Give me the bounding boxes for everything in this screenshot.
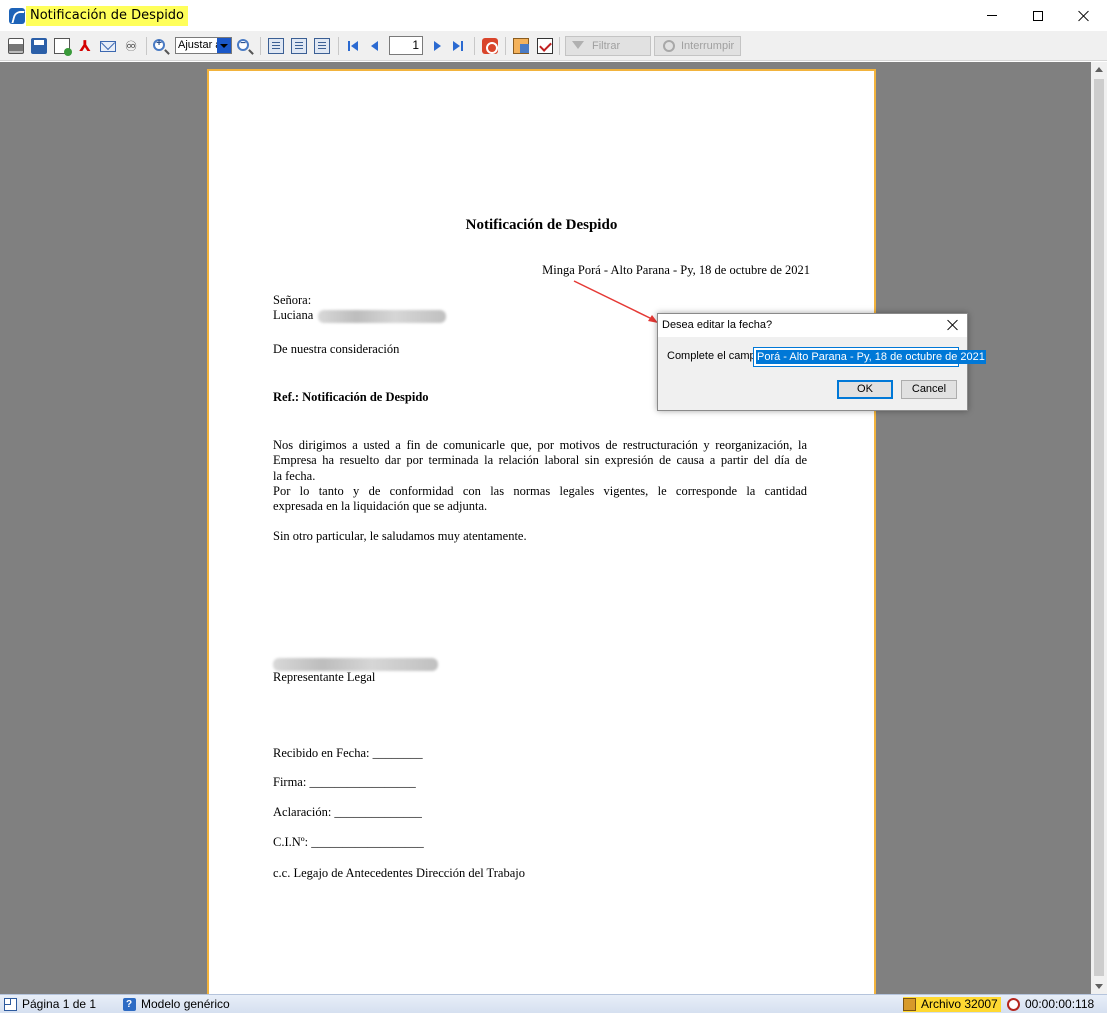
signer-role: Representante Legal	[273, 670, 376, 684]
recipient-line: Luciana	[273, 308, 447, 323]
interrupt-icon	[663, 40, 675, 52]
vertical-scrollbar[interactable]	[1091, 62, 1107, 994]
filter-label: Filtrar	[592, 40, 621, 52]
body-line: Por lo tanto y de conformidad con las no…	[273, 483, 807, 498]
dialog-title: Desea editar la fecha?	[662, 319, 773, 331]
toolbar-separator	[559, 37, 560, 55]
toolbar	[0, 31, 1107, 61]
check-icon[interactable]	[537, 38, 553, 54]
ok-button[interactable]: OK	[837, 380, 893, 399]
zoom-in-icon[interactable]: +	[153, 38, 165, 51]
pdf-icon[interactable]: ⅄	[77, 38, 93, 54]
redacted-signer-name	[273, 657, 438, 671]
cancel-button[interactable]: Cancel	[901, 380, 957, 399]
binoculars-icon[interactable]: ♾	[123, 38, 139, 54]
save-icon[interactable]	[31, 38, 47, 54]
minimize-button[interactable]	[969, 0, 1015, 31]
status-bar: Página 1 de 1 Modelo genérico Archivo 32…	[0, 994, 1107, 1013]
minimize-icon	[987, 15, 997, 16]
archive-text: Archivo 32007	[921, 997, 998, 1011]
body-line: Nos dirigimos a usted a fin de comunicar…	[273, 438, 807, 452]
report-page: Notificación de Despido Minga Porá - Alt…	[207, 69, 876, 994]
app-icon	[9, 8, 25, 24]
zoom-value: Ajustar a	[178, 39, 222, 51]
closing-line: Sin otro particular, le saludamos muy at…	[273, 529, 527, 543]
stop-icon[interactable]	[482, 38, 498, 54]
redacted-name	[318, 309, 447, 323]
close-icon	[1078, 10, 1090, 22]
archive-info: Archivo 32007	[903, 997, 1001, 1012]
model-info: Modelo genérico	[123, 997, 230, 1012]
edit-date-dialog: Desea editar la fecha? Complete el campo…	[657, 313, 986, 411]
clock-icon	[1007, 998, 1020, 1011]
greeting: De nuestra consideración	[273, 342, 400, 356]
window-title: Notificación de Despido	[26, 6, 189, 26]
scroll-up-icon[interactable]	[1095, 67, 1103, 72]
salutation: Señora:	[273, 293, 312, 307]
interrupt-button[interactable]: Interrumpir	[654, 36, 741, 56]
toolbar-separator	[505, 37, 506, 55]
dialog-title-bar: Desea editar la fecha?	[658, 314, 967, 337]
page-info-text: Página 1 de 1	[22, 997, 97, 1011]
date-field-value: Porá - Alto Parana - Py, 18 de octubre d…	[756, 350, 986, 364]
page-icon	[4, 998, 17, 1011]
first-page-icon[interactable]	[346, 39, 360, 53]
mail-icon[interactable]	[100, 41, 116, 52]
maximize-icon	[1033, 10, 1043, 21]
archive-icon	[903, 998, 916, 1011]
title-bar: Notificación de Despido	[0, 0, 1107, 31]
recipient-first-name: Luciana	[273, 308, 314, 322]
zoom-out-icon[interactable]: −	[237, 38, 249, 51]
chevron-down-icon[interactable]	[217, 38, 231, 53]
filter-button[interactable]: Filtrar	[565, 36, 651, 56]
toolbar-separator	[260, 37, 261, 55]
toolbar-separator	[474, 37, 475, 55]
scroll-down-icon[interactable]	[1095, 984, 1103, 989]
toolbar-separator	[338, 37, 339, 55]
one-page-icon[interactable]	[268, 38, 284, 54]
date-line[interactable]: Minga Porá - Alto Parana - Py, 18 de oct…	[542, 263, 810, 278]
reference-line: Ref.: Notificación de Despido	[273, 390, 429, 404]
export-icon[interactable]	[54, 38, 72, 56]
previous-page-icon[interactable]	[368, 39, 382, 53]
field-label: Complete el campo	[667, 350, 762, 362]
printer-icon[interactable]	[8, 38, 24, 54]
document-viewer[interactable]: Notificación de Despido Minga Porá - Alt…	[0, 62, 1091, 994]
cc-line: c.c. Legajo de Antecedentes Dirección de…	[273, 866, 525, 880]
model-text: Modelo genérico	[141, 997, 230, 1011]
elapsed-text: 00:00:00:118	[1025, 997, 1095, 1011]
copy-icon[interactable]	[513, 38, 529, 54]
body-line: Empresa ha resuelto dar por terminada la…	[273, 453, 807, 468]
cin-line: C.I.Nº: __________________	[273, 835, 424, 849]
body-paragraph: Nos dirigimos a usted a fin de comunicar…	[273, 438, 807, 514]
annotation-arrow	[573, 280, 658, 323]
signer-name-line	[273, 656, 438, 671]
signature-line: Firma: _________________	[273, 775, 416, 789]
next-page-icon[interactable]	[430, 39, 444, 53]
document-title: Notificación de Despido	[465, 217, 618, 233]
elapsed-time: 00:00:00:118	[1007, 997, 1094, 1012]
close-icon[interactable]	[947, 319, 959, 331]
close-button[interactable]	[1061, 0, 1107, 31]
model-icon	[123, 997, 136, 1012]
maximize-button[interactable]	[1015, 0, 1061, 31]
received-date-line: Recibido en Fecha: ________	[273, 746, 423, 760]
body-line: expresada en la liquidación que se adjun…	[273, 499, 488, 514]
page-setup-icon[interactable]	[314, 38, 330, 54]
date-field[interactable]: Porá - Alto Parana - Py, 18 de octubre d…	[753, 347, 986, 367]
scroll-thumb[interactable]	[1094, 79, 1104, 976]
two-page-icon[interactable]	[291, 38, 307, 54]
page-info: Página 1 de 1	[4, 997, 96, 1012]
funnel-icon	[572, 41, 584, 49]
interrupt-label: Interrumpir	[681, 40, 735, 52]
page-number-input[interactable]: 1	[389, 36, 423, 55]
body-line: la fecha.	[273, 468, 316, 483]
last-page-icon[interactable]	[451, 39, 465, 53]
toolbar-separator	[146, 37, 147, 55]
clarification-line: Aclaración: ______________	[273, 805, 422, 819]
